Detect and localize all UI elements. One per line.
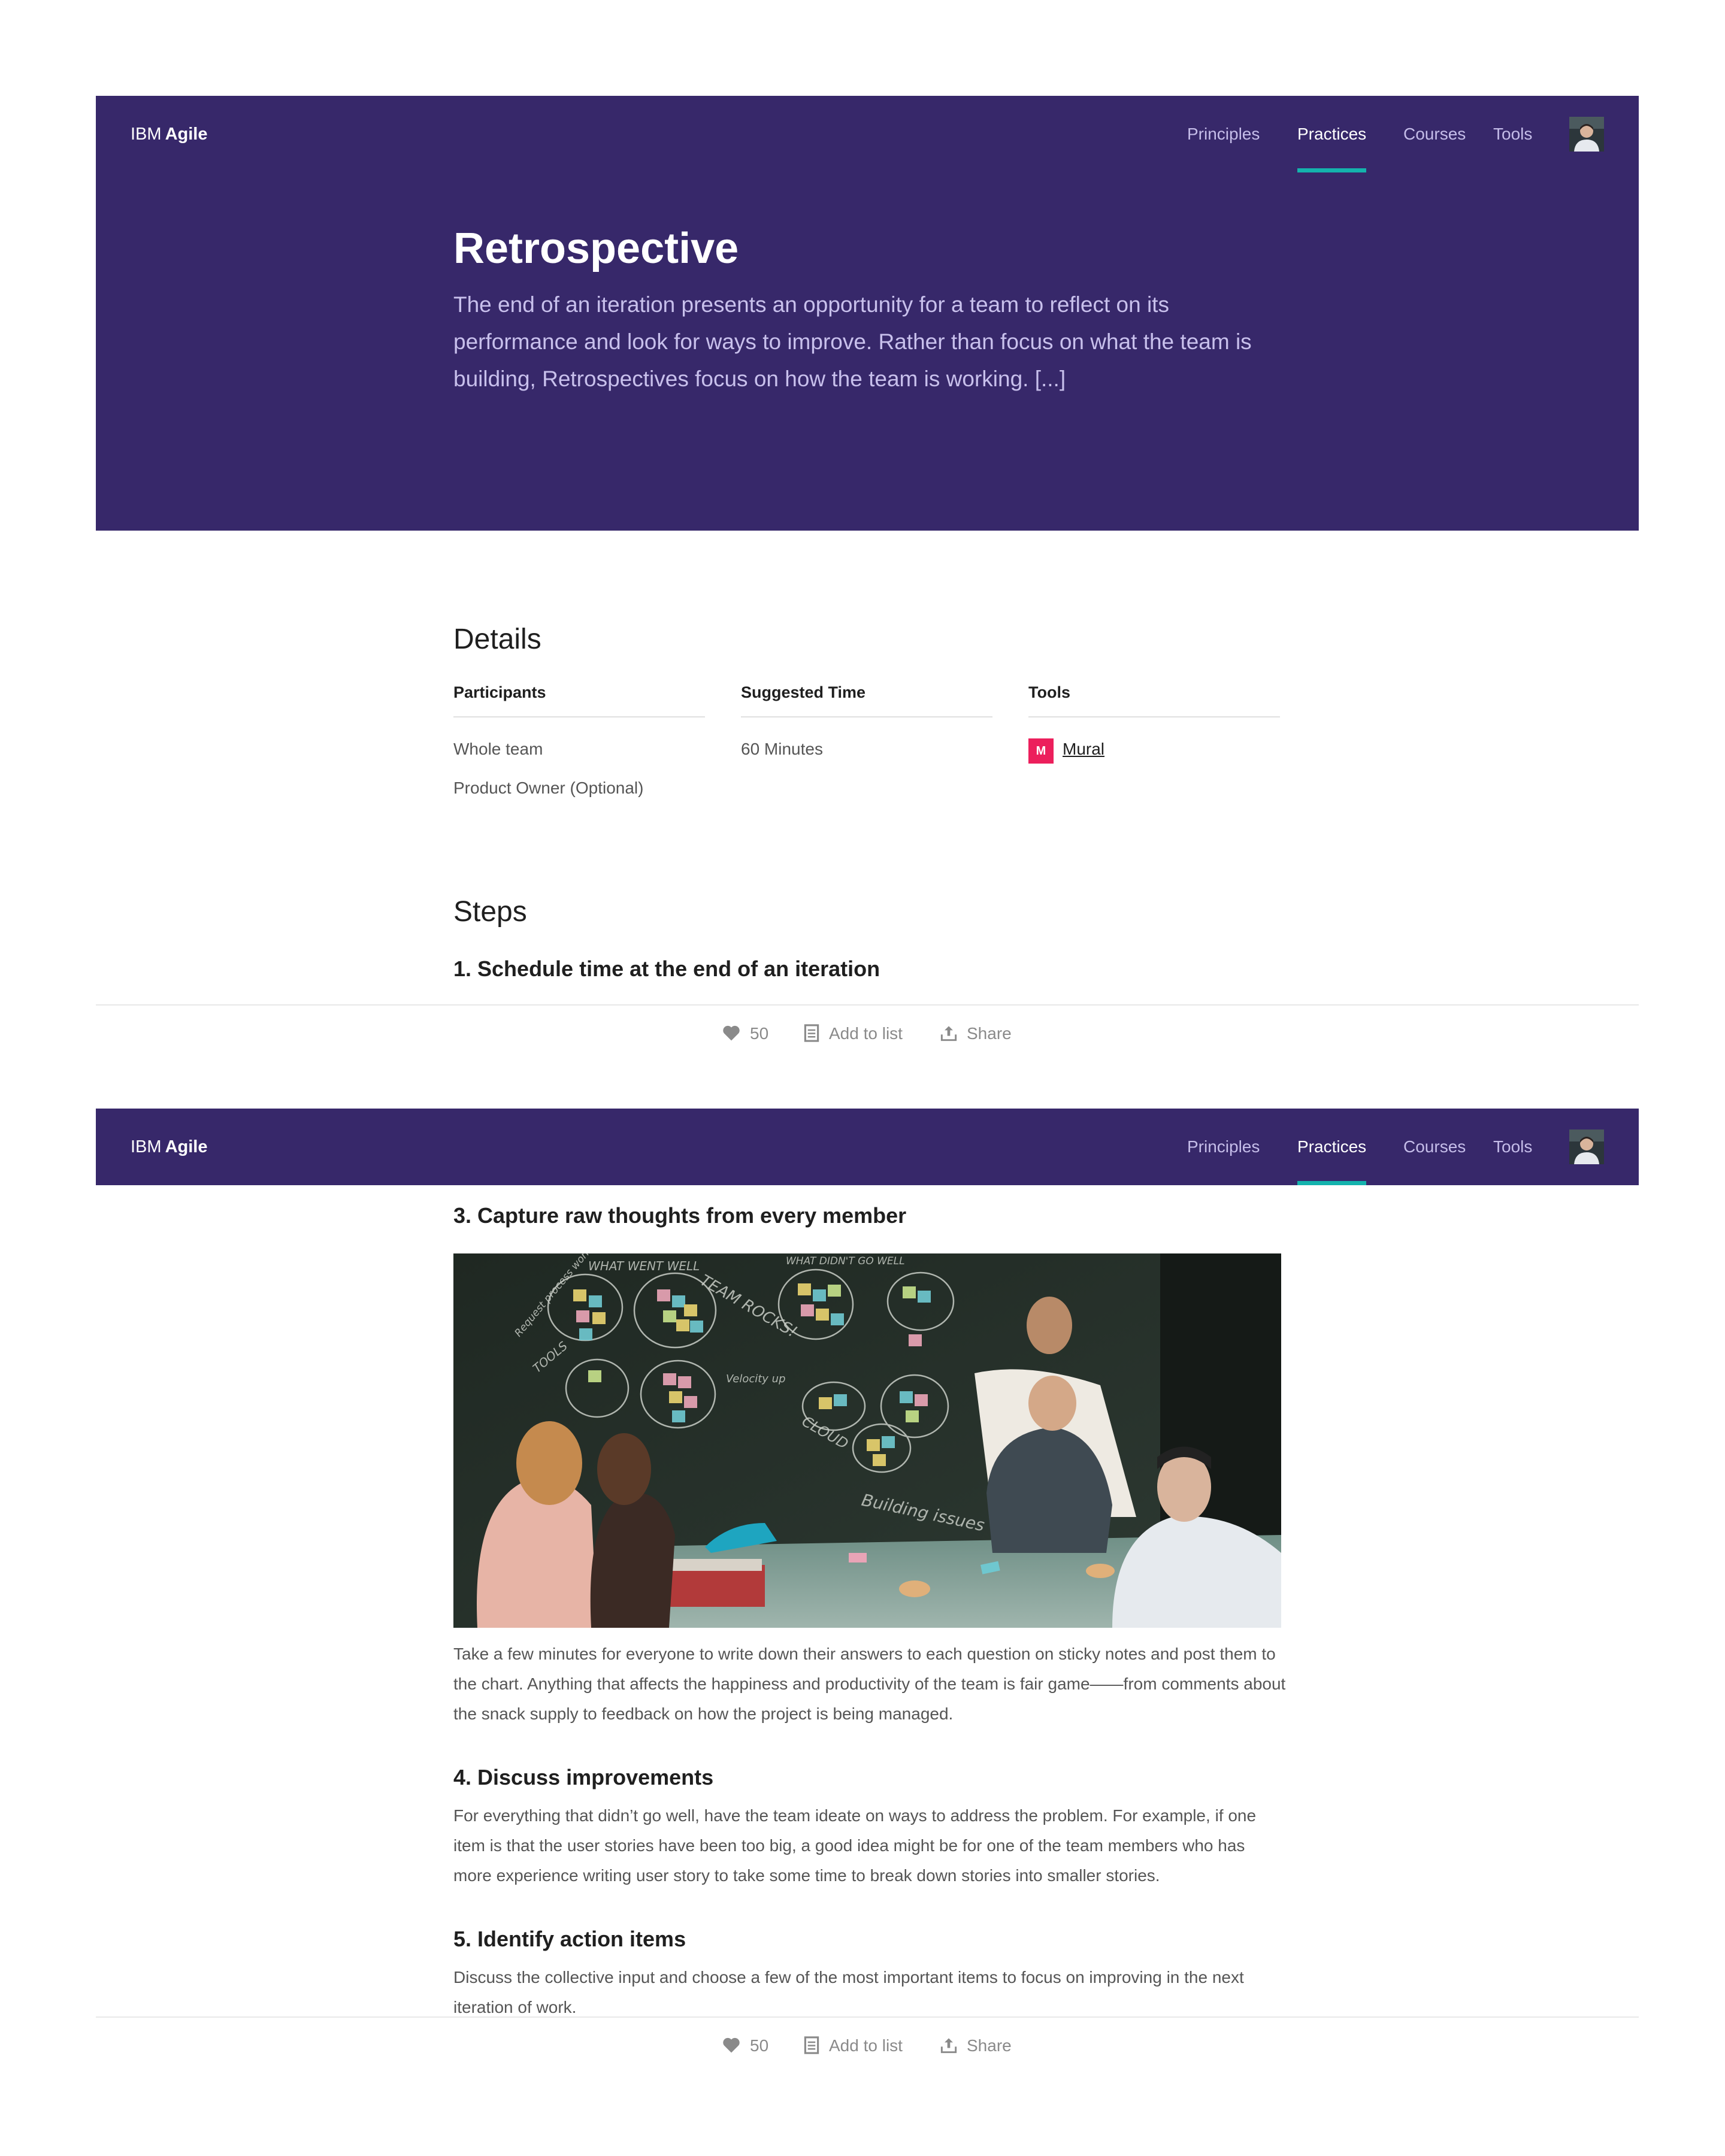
share-button[interactable]: Share (940, 2018, 1012, 2074)
share-button[interactable]: Share (940, 1006, 1012, 1062)
nav-tools[interactable]: Tools (1493, 1109, 1532, 1185)
share-label: Share (967, 2036, 1012, 2055)
share-icon (940, 1025, 957, 1041)
steps-heading: Steps (453, 896, 527, 928)
avatar[interactable] (1569, 1130, 1604, 1164)
list-icon (804, 2036, 819, 2054)
like-button[interactable]: 50 (722, 1006, 768, 1062)
share-icon (940, 2037, 957, 2053)
brand-ibm: IBM (131, 1137, 162, 1156)
like-count: 50 (750, 1024, 769, 1043)
brand-logo[interactable]: IBM Agile (131, 96, 207, 172)
brand-agile: Agile (165, 125, 208, 144)
add-to-list-button[interactable]: Add to list (804, 1006, 903, 1062)
step-4-text: For everything that didn’t go well, have… (453, 1806, 1257, 1885)
step-5-text: Discuss the collective input and choose … (453, 1968, 1244, 2016)
participant-item: Product Owner (Optional) (453, 779, 644, 797)
list-icon (804, 1024, 819, 1042)
brand-agile: Agile (165, 1137, 208, 1156)
step-5-title: 5. Identify action items (453, 1927, 686, 1951)
heart-icon (723, 2037, 740, 2053)
action-bar: 50 Add to list Share (96, 1004, 1639, 1062)
nav-principles[interactable]: Principles (1187, 96, 1260, 172)
chalkboard-team-image: WHAT WENT WELL WHAT DIDN'T GO WELL TEAM … (453, 1253, 1281, 1628)
step-4-title: 4. Discuss improvements (453, 1765, 714, 1789)
page-title: Retrospective (453, 225, 739, 272)
retrospective-photo: WHAT WENT WELL WHAT DIDN'T GO WELL TEAM … (453, 1253, 1281, 1628)
avatar-image (1569, 1130, 1604, 1164)
suggested-time-value: 60 Minutes (741, 740, 823, 758)
chalk-label: WHAT DIDN'T GO WELL (786, 1255, 905, 1267)
chalk-label: WHAT WENT WELL (588, 1259, 700, 1273)
nav-practices[interactable]: Practices (1297, 1109, 1367, 1185)
hero-banner: Retrospective The end of an iteration pr… (96, 172, 1639, 531)
page-view-scrolled: IBM Agile Principles Practices Courses To… (96, 1109, 1639, 2080)
nav-principles[interactable]: Principles (1187, 1109, 1260, 1185)
avatar-image (1569, 117, 1604, 152)
add-to-list-label: Add to list (829, 2036, 903, 2055)
add-to-list-label: Add to list (829, 1024, 903, 1043)
page-view-top: IBM Agile Principles Practices Courses To… (96, 96, 1639, 1066)
suggested-time-header: Suggested Time (741, 683, 992, 717)
step-1-title: 1. Schedule time at the end of an iterat… (453, 956, 880, 981)
participants-header: Participants (453, 683, 705, 717)
add-to-list-button[interactable]: Add to list (804, 2018, 903, 2074)
nav-courses[interactable]: Courses (1403, 96, 1466, 172)
top-nav: IBM Agile Principles Practices Courses To… (96, 1109, 1639, 1185)
avatar[interactable] (1569, 117, 1604, 152)
like-button[interactable]: 50 (722, 2018, 768, 2074)
like-count: 50 (750, 2036, 769, 2055)
brand-ibm: IBM (131, 125, 162, 144)
participant-item: Whole team (453, 740, 543, 758)
step-3-text: Take a few minutes for everyone to write… (453, 1645, 1286, 1723)
heart-icon (723, 1025, 740, 1041)
details-heading: Details (453, 623, 541, 655)
mural-icon: M (1028, 738, 1054, 764)
mural-link[interactable]: Mural (1063, 740, 1104, 759)
nav-courses[interactable]: Courses (1403, 1109, 1466, 1185)
nav-practices[interactable]: Practices (1297, 96, 1367, 172)
top-nav: IBM Agile Principles Practices Courses To… (96, 96, 1639, 172)
nav-tools[interactable]: Tools (1493, 96, 1532, 172)
share-label: Share (967, 1024, 1012, 1043)
chalk-label: Velocity up (726, 1373, 786, 1385)
brand-logo[interactable]: IBM Agile (131, 1109, 207, 1185)
hero-description: The end of an iteration presents an oppo… (453, 292, 1252, 391)
step-3-title: 3. Capture raw thoughts from every membe… (453, 1203, 907, 1228)
action-bar: 50 Add to list Share (96, 2016, 1639, 2074)
tools-header: Tools (1028, 683, 1280, 717)
